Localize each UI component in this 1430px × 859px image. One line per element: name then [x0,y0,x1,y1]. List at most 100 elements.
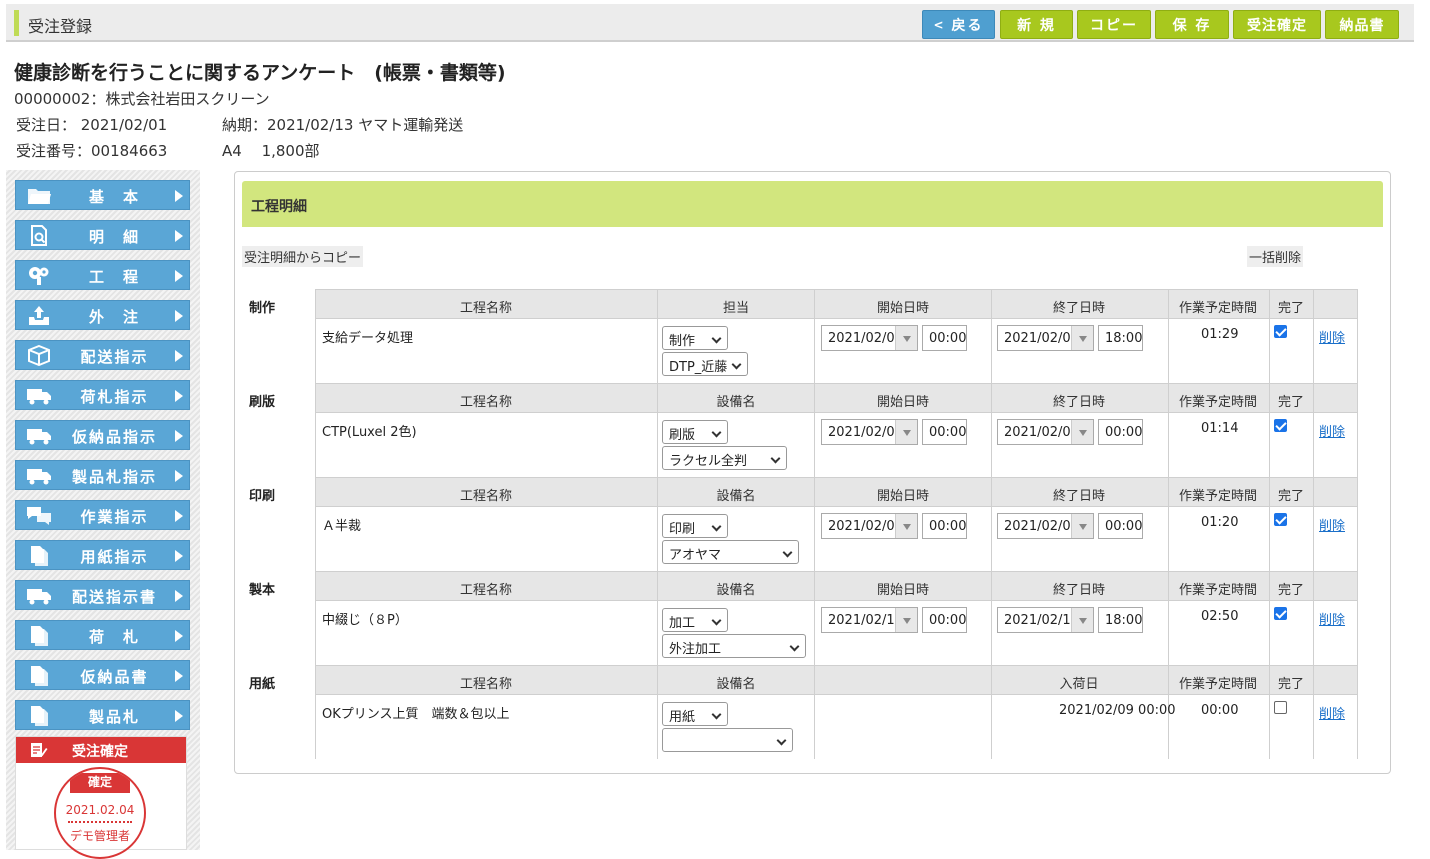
upload-tray-icon [26,305,52,326]
end-date-input[interactable]: 2021/02/09 [997,513,1094,539]
sidebar-item-label: 荷札指示 [80,388,149,406]
start-time-input[interactable]: 00:00 [922,513,967,539]
planned-time: 01:20 [1201,515,1239,530]
done-checkbox[interactable] [1274,419,1287,432]
end-time-input[interactable]: 00:00 [1098,513,1143,539]
start-date-input[interactable]: 2021/02/02 [821,325,918,351]
confirm-order-button[interactable]: 受注確定 [1233,10,1321,39]
done-checkbox[interactable] [1274,607,1287,620]
column-header: 設備名 [716,583,756,598]
planned-time: 00:00 [1201,703,1239,718]
dropdown-icon [895,608,917,632]
column-header: 工程名称 [459,583,512,598]
equipment-select[interactable] [662,728,793,752]
delete-link[interactable]: 削除 [1319,327,1345,346]
sidebar-item[interactable]: 配送指示書 [15,580,190,610]
done-checkbox[interactable] [1274,701,1287,714]
chevron-right-icon [175,430,183,442]
department-select[interactable]: 用紙 [662,702,728,726]
truck-icon [26,385,52,406]
done-checkbox[interactable] [1274,325,1287,338]
sidebar-item[interactable]: 仮納品書 [15,660,190,690]
column-header: 設備名 [716,395,756,410]
sidebar-item[interactable]: 製品札 [15,700,190,730]
delete-link[interactable]: 削除 [1319,609,1345,628]
start-time-input[interactable]: 00:00 [922,607,967,633]
column-header: 完了 [1277,583,1304,598]
sidebar-item[interactable]: 配送指示 [15,340,190,370]
section-header: 工程名称 設備名 開始日時 終了日時 作業予定時間 完了 [315,477,1358,508]
column-header: 終了日時 [1052,489,1105,504]
delivery-note-button[interactable]: 納品書 [1325,10,1399,39]
process-name: CTP(Luxel 2色) [322,425,417,440]
start-time-input[interactable]: 00:00 [922,419,967,445]
end-time-input[interactable]: 18:00 [1098,325,1143,351]
equipment-select[interactable]: ラクセル全判 [662,446,787,470]
gears-icon [26,265,52,286]
column-header: 終了日時 [1052,395,1105,410]
delete-link[interactable]: 削除 [1319,421,1345,440]
department-select[interactable]: 刷版 [662,420,728,444]
equipment-select[interactable]: DTP_近藤 [662,352,748,376]
start-date-input[interactable]: 2021/02/08 [821,513,918,539]
end-date-input[interactable]: 2021/02/12 [997,607,1094,633]
end-date-input[interactable]: 2021/02/05 [997,419,1094,445]
customer-info: 00000002：株式会社岩田スクリーン [14,90,270,108]
sidebar-item-label: 外 注 [88,308,140,326]
end-time-input[interactable]: 18:00 [1098,607,1143,633]
end-time-input[interactable]: 00:00 [1098,419,1143,445]
save-button[interactable]: 保 存 [1155,10,1229,39]
delete-link[interactable]: 削除 [1319,703,1345,722]
confirm-status-box: 受注確定 確定 2021.02.04 デモ管理者 [15,736,187,859]
section-row: CTP(Luxel 2色) 刷版 ラクセル全判 2021/02/05 00:00 2021… [315,413,1358,477]
planned-time: 01:14 [1201,421,1239,436]
chevron-down-icon [776,735,787,746]
dropdown-icon [895,420,917,444]
department-select[interactable]: 加工 [662,608,728,632]
back-button[interactable]: < 戻る [922,10,995,39]
bulk-delete-button[interactable]: 一括削除 [1247,246,1304,267]
sidebar-item[interactable]: 工 程 [15,260,190,290]
column-header: 終了日時 [1052,583,1105,598]
equipment-select[interactable]: アオヤマ [662,540,799,564]
sidebar-item-label: 工 程 [88,268,140,286]
truck-icon [26,585,52,606]
sidebar-item[interactable]: 荷 札 [15,620,190,650]
equipment-select[interactable]: 外注加工 [662,634,806,658]
sidebar-item[interactable]: 用紙指示 [15,540,190,570]
section-row: 中綴じ（８P） 加工 外注加工 2021/02/10 00:00 2021/02/12 18… [315,601,1358,665]
start-date-input[interactable]: 2021/02/05 [821,419,918,445]
sidebar-item-label: 作業指示 [80,508,149,526]
delete-link[interactable]: 削除 [1319,515,1345,534]
confirm-status-header: 受注確定 [16,737,186,763]
end-date-input[interactable]: 2021/02/04 [997,325,1094,351]
column-header: 入荷日 [1059,677,1099,692]
sidebar-item-label: 仮納品書 [80,668,149,686]
sidebar-item[interactable]: 仮納品指示 [15,420,190,450]
process-name: 支給データ処理 [322,331,414,346]
sidebar-item[interactable]: 明 細 [15,220,190,250]
start-date-input[interactable]: 2021/02/10 [821,607,918,633]
department-select[interactable]: 制作 [662,326,728,350]
done-checkbox[interactable] [1274,513,1287,526]
dropdown-icon [895,326,917,350]
copy-from-order-button[interactable]: 受注明細からコピー [242,246,364,267]
chevron-right-icon [175,230,183,242]
column-header: 終了日時 [1052,301,1105,316]
sidebar-item[interactable]: 外 注 [15,300,190,330]
sidebar-item[interactable]: 基 本 [15,180,190,210]
sidebar-item[interactable]: 作業指示 [15,500,190,530]
chevron-down-icon [711,521,722,532]
chevron-right-icon [175,390,183,402]
chevron-down-icon [711,615,722,626]
chevron-right-icon [175,190,183,202]
new-button[interactable]: 新 規 [1000,10,1073,39]
due-date: 納期：2021/02/13 ヤマト運輸発送 [222,116,464,134]
sidebar-item[interactable]: 製品札指示 [15,460,190,490]
sidebar-item[interactable]: 荷札指示 [15,380,190,410]
department-select[interactable]: 印刷 [662,514,728,538]
section-row: Ａ半裁 印刷 アオヤマ 2021/02/08 00:00 2021/02/09 00:00 0… [315,507,1358,571]
section-label: 制作 [249,301,276,316]
copy-button[interactable]: コピー [1077,10,1151,39]
start-time-input[interactable]: 00:00 [922,325,967,351]
